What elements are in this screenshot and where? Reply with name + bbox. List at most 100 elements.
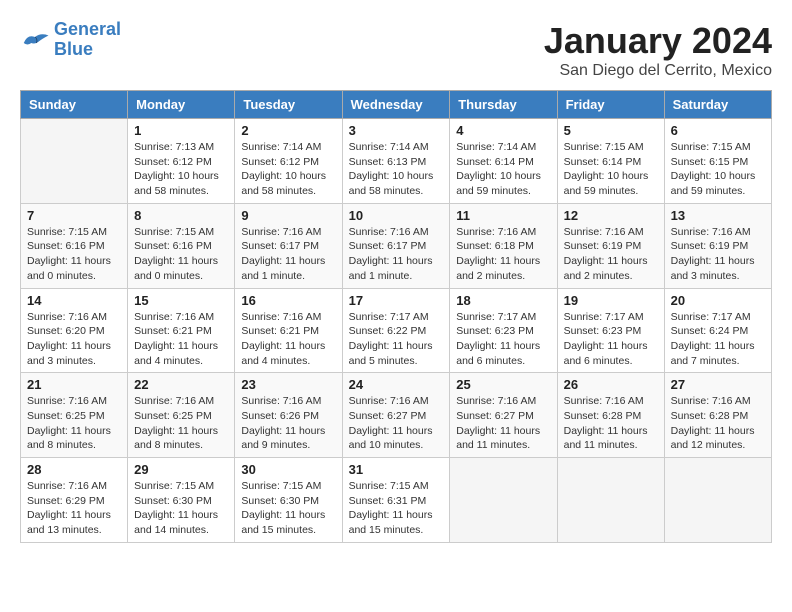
calendar-week-row: 7 Sunrise: 7:15 AMSunset: 6:16 PMDaylight… — [21, 203, 772, 288]
calendar-cell: 2 Sunrise: 7:14 AMSunset: 6:12 PMDaylight… — [235, 119, 342, 204]
day-info: Sunrise: 7:16 AMSunset: 6:21 PMDaylight:… — [241, 310, 335, 369]
day-number: 26 — [564, 377, 658, 392]
calendar-week-row: 28 Sunrise: 7:16 AMSunset: 6:29 PMDayligh… — [21, 458, 772, 543]
day-info: Sunrise: 7:17 AMSunset: 6:23 PMDaylight:… — [456, 310, 550, 369]
calendar-body: 1 Sunrise: 7:13 AMSunset: 6:12 PMDaylight… — [21, 119, 772, 543]
day-info: Sunrise: 7:16 AMSunset: 6:27 PMDaylight:… — [349, 394, 444, 453]
day-info: Sunrise: 7:16 AMSunset: 6:27 PMDaylight:… — [456, 394, 550, 453]
calendar-cell: 17 Sunrise: 7:17 AMSunset: 6:22 PMDayligh… — [342, 288, 450, 373]
day-info: Sunrise: 7:16 AMSunset: 6:17 PMDaylight:… — [241, 225, 335, 284]
calendar-cell: 20 Sunrise: 7:17 AMSunset: 6:24 PMDayligh… — [664, 288, 771, 373]
day-info: Sunrise: 7:15 AMSunset: 6:16 PMDaylight:… — [27, 225, 121, 284]
day-info: Sunrise: 7:14 AMSunset: 6:14 PMDaylight:… — [456, 140, 550, 199]
day-number: 13 — [671, 208, 765, 223]
calendar-cell: 3 Sunrise: 7:14 AMSunset: 6:13 PMDaylight… — [342, 119, 450, 204]
calendar-cell: 8Sunrise: 7:15 AMSunset: 6:16 PMDaylight… — [128, 203, 235, 288]
calendar-day-header: Monday — [128, 91, 235, 119]
calendar-cell: 16 Sunrise: 7:16 AMSunset: 6:21 PMDayligh… — [235, 288, 342, 373]
day-number: 17 — [349, 293, 444, 308]
calendar-cell: 13Sunrise: 7:16 AMSunset: 6:19 PMDayligh… — [664, 203, 771, 288]
calendar-cell: 7 Sunrise: 7:15 AMSunset: 6:16 PMDaylight… — [21, 203, 128, 288]
day-number: 29 — [134, 462, 228, 477]
day-info: Sunrise: 7:16 AMSunset: 6:18 PMDaylight:… — [456, 225, 550, 284]
day-number: 7 — [27, 208, 121, 223]
day-info: Sunrise: 7:16 AMSunset: 6:19 PMDaylight:… — [564, 225, 658, 284]
calendar-cell: 1 Sunrise: 7:13 AMSunset: 6:12 PMDaylight… — [128, 119, 235, 204]
day-info: Sunrise: 7:17 AMSunset: 6:23 PMDaylight:… — [564, 310, 658, 369]
day-info: Sunrise: 7:16 AMSunset: 6:21 PMDaylight:… — [134, 310, 228, 369]
day-number: 11 — [456, 208, 550, 223]
calendar-cell: 23Sunrise: 7:16 AMSunset: 6:26 PMDayligh… — [235, 373, 342, 458]
day-info: Sunrise: 7:15 AMSunset: 6:15 PMDaylight:… — [671, 140, 765, 199]
calendar-cell — [21, 119, 128, 204]
day-number: 27 — [671, 377, 765, 392]
day-info: Sunrise: 7:17 AMSunset: 6:22 PMDaylight:… — [349, 310, 444, 369]
day-number: 6 — [671, 123, 765, 138]
day-info: Sunrise: 7:16 AMSunset: 6:29 PMDaylight:… — [27, 479, 121, 538]
calendar-day-header: Tuesday — [235, 91, 342, 119]
day-number: 20 — [671, 293, 765, 308]
day-number: 10 — [349, 208, 444, 223]
calendar-cell: 29 Sunrise: 7:15 AMSunset: 6:30 PMDayligh… — [128, 458, 235, 543]
day-number: 2 — [241, 123, 335, 138]
calendar-cell: 30Sunrise: 7:15 AMSunset: 6:30 PMDayligh… — [235, 458, 342, 543]
day-number: 25 — [456, 377, 550, 392]
day-info: Sunrise: 7:16 AMSunset: 6:26 PMDaylight:… — [241, 394, 335, 453]
title-block: January 2024 San Diego del Cerrito, Mexi… — [544, 20, 772, 80]
day-info: Sunrise: 7:16 AMSunset: 6:28 PMDaylight:… — [564, 394, 658, 453]
day-info: Sunrise: 7:16 AMSunset: 6:25 PMDaylight:… — [27, 394, 121, 453]
calendar-cell — [450, 458, 557, 543]
calendar-cell — [664, 458, 771, 543]
day-number: 15 — [134, 293, 228, 308]
calendar-cell: 22Sunrise: 7:16 AMSunset: 6:25 PMDayligh… — [128, 373, 235, 458]
day-number: 5 — [564, 123, 658, 138]
calendar-cell: 5 Sunrise: 7:15 AMSunset: 6:14 PMDaylight… — [557, 119, 664, 204]
day-info: Sunrise: 7:16 AMSunset: 6:25 PMDaylight:… — [134, 394, 228, 453]
day-info: Sunrise: 7:16 AMSunset: 6:17 PMDaylight:… — [349, 225, 444, 284]
calendar-week-row: 14 Sunrise: 7:16 AMSunset: 6:20 PMDayligh… — [21, 288, 772, 373]
calendar-cell: 15 Sunrise: 7:16 AMSunset: 6:21 PMDayligh… — [128, 288, 235, 373]
calendar-week-row: 1 Sunrise: 7:13 AMSunset: 6:12 PMDaylight… — [21, 119, 772, 204]
calendar-day-header: Sunday — [21, 91, 128, 119]
calendar-cell: 19 Sunrise: 7:17 AMSunset: 6:23 PMDayligh… — [557, 288, 664, 373]
day-number: 9 — [241, 208, 335, 223]
day-info: Sunrise: 7:16 AMSunset: 6:20 PMDaylight:… — [27, 310, 121, 369]
calendar-cell: 11 Sunrise: 7:16 AMSunset: 6:18 PMDayligh… — [450, 203, 557, 288]
day-info: Sunrise: 7:17 AMSunset: 6:24 PMDaylight:… — [671, 310, 765, 369]
day-info: Sunrise: 7:15 AMSunset: 6:14 PMDaylight:… — [564, 140, 658, 199]
logo-bird-icon — [20, 28, 50, 52]
calendar-cell: 27 Sunrise: 7:16 AMSunset: 6:28 PMDayligh… — [664, 373, 771, 458]
day-info: Sunrise: 7:13 AMSunset: 6:12 PMDaylight:… — [134, 140, 228, 199]
calendar-cell: 9 Sunrise: 7:16 AMSunset: 6:17 PMDaylight… — [235, 203, 342, 288]
calendar-cell: 14 Sunrise: 7:16 AMSunset: 6:20 PMDayligh… — [21, 288, 128, 373]
day-info: Sunrise: 7:16 AMSunset: 6:28 PMDaylight:… — [671, 394, 765, 453]
calendar-cell: 12Sunrise: 7:16 AMSunset: 6:19 PMDayligh… — [557, 203, 664, 288]
calendar-cell: 6 Sunrise: 7:15 AMSunset: 6:15 PMDaylight… — [664, 119, 771, 204]
calendar-cell — [557, 458, 664, 543]
calendar-cell: 31 Sunrise: 7:15 AMSunset: 6:31 PMDayligh… — [342, 458, 450, 543]
month-title: January 2024 — [544, 20, 772, 62]
day-number: 16 — [241, 293, 335, 308]
day-number: 1 — [134, 123, 228, 138]
calendar-cell: 24Sunrise: 7:16 AMSunset: 6:27 PMDayligh… — [342, 373, 450, 458]
calendar-cell: 25 Sunrise: 7:16 AMSunset: 6:27 PMDayligh… — [450, 373, 557, 458]
day-info: Sunrise: 7:15 AMSunset: 6:30 PMDaylight:… — [134, 479, 228, 538]
day-number: 21 — [27, 377, 121, 392]
day-number: 30 — [241, 462, 335, 477]
day-number: 19 — [564, 293, 658, 308]
day-info: Sunrise: 7:15 AMSunset: 6:31 PMDaylight:… — [349, 479, 444, 538]
day-number: 4 — [456, 123, 550, 138]
day-number: 28 — [27, 462, 121, 477]
day-info: Sunrise: 7:14 AMSunset: 6:12 PMDaylight:… — [241, 140, 335, 199]
day-number: 18 — [456, 293, 550, 308]
day-info: Sunrise: 7:15 AMSunset: 6:16 PMDaylight:… — [134, 225, 228, 284]
calendar-day-header: Friday — [557, 91, 664, 119]
day-number: 3 — [349, 123, 444, 138]
calendar-table: SundayMondayTuesdayWednesdayThursdayFrid… — [20, 90, 772, 543]
day-info: Sunrise: 7:14 AMSunset: 6:13 PMDaylight:… — [349, 140, 444, 199]
calendar-day-header: Thursday — [450, 91, 557, 119]
logo: General Blue — [20, 20, 121, 60]
day-number: 14 — [27, 293, 121, 308]
day-number: 31 — [349, 462, 444, 477]
calendar-cell: 21 Sunrise: 7:16 AMSunset: 6:25 PMDayligh… — [21, 373, 128, 458]
